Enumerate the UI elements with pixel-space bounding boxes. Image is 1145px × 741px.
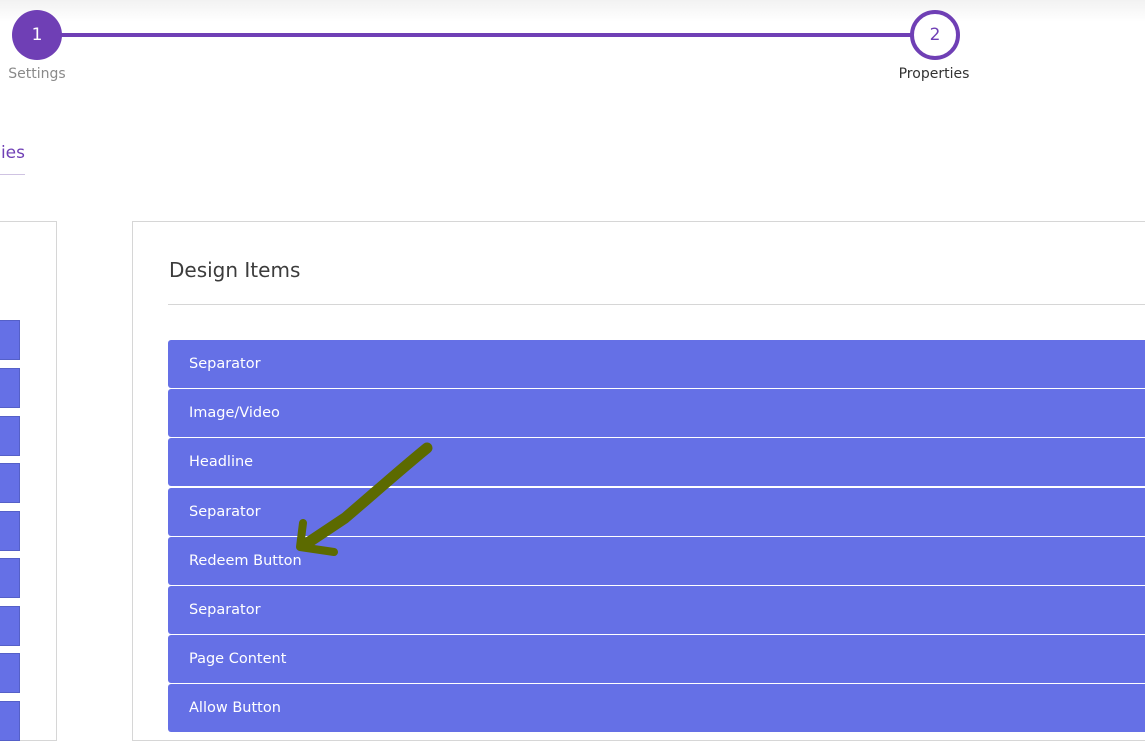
left-panel-item[interactable]	[0, 463, 20, 503]
design-item-image-video[interactable]: Image/Video	[168, 389, 1145, 438]
progress-line	[37, 33, 935, 37]
tab-properties[interactable]: ies	[0, 143, 25, 175]
design-items-list: Separator Image/Video Headline Separator…	[168, 340, 1145, 734]
design-item-allow-button[interactable]: Allow Button	[168, 684, 1145, 733]
step-2-number: 2	[929, 25, 941, 45]
design-item-page-content[interactable]: Page Content	[168, 635, 1145, 684]
design-item-separator[interactable]: Separator	[168, 487, 1145, 536]
left-panel-item[interactable]	[0, 368, 20, 408]
design-item-redeem-button[interactable]: Redeem Button	[168, 536, 1145, 585]
title-divider	[168, 304, 1145, 305]
left-panel-item[interactable]	[0, 511, 20, 551]
left-panel-item[interactable]	[0, 320, 20, 360]
left-panel-item[interactable]	[0, 606, 20, 646]
left-panel	[0, 221, 57, 741]
design-item-separator[interactable]: Separator	[168, 585, 1145, 634]
design-item-separator[interactable]: Separator	[168, 340, 1145, 388]
step-1-number: 1	[31, 25, 43, 45]
design-item-headline[interactable]: Headline	[168, 438, 1145, 487]
tab-properties-label: ies	[0, 143, 25, 163]
left-panel-item[interactable]	[0, 558, 20, 598]
left-panel-item[interactable]	[0, 701, 20, 741]
design-items-title: Design Items	[169, 258, 301, 282]
step-1-label: Settings	[8, 66, 66, 82]
left-panel-item[interactable]	[0, 416, 20, 456]
stepper-bar	[0, 0, 1145, 100]
step-1-circle[interactable]: 1	[12, 10, 62, 60]
step-2-label: Properties	[898, 66, 970, 82]
step-2-circle[interactable]: 2	[910, 10, 960, 60]
left-panel-item[interactable]	[0, 653, 20, 693]
